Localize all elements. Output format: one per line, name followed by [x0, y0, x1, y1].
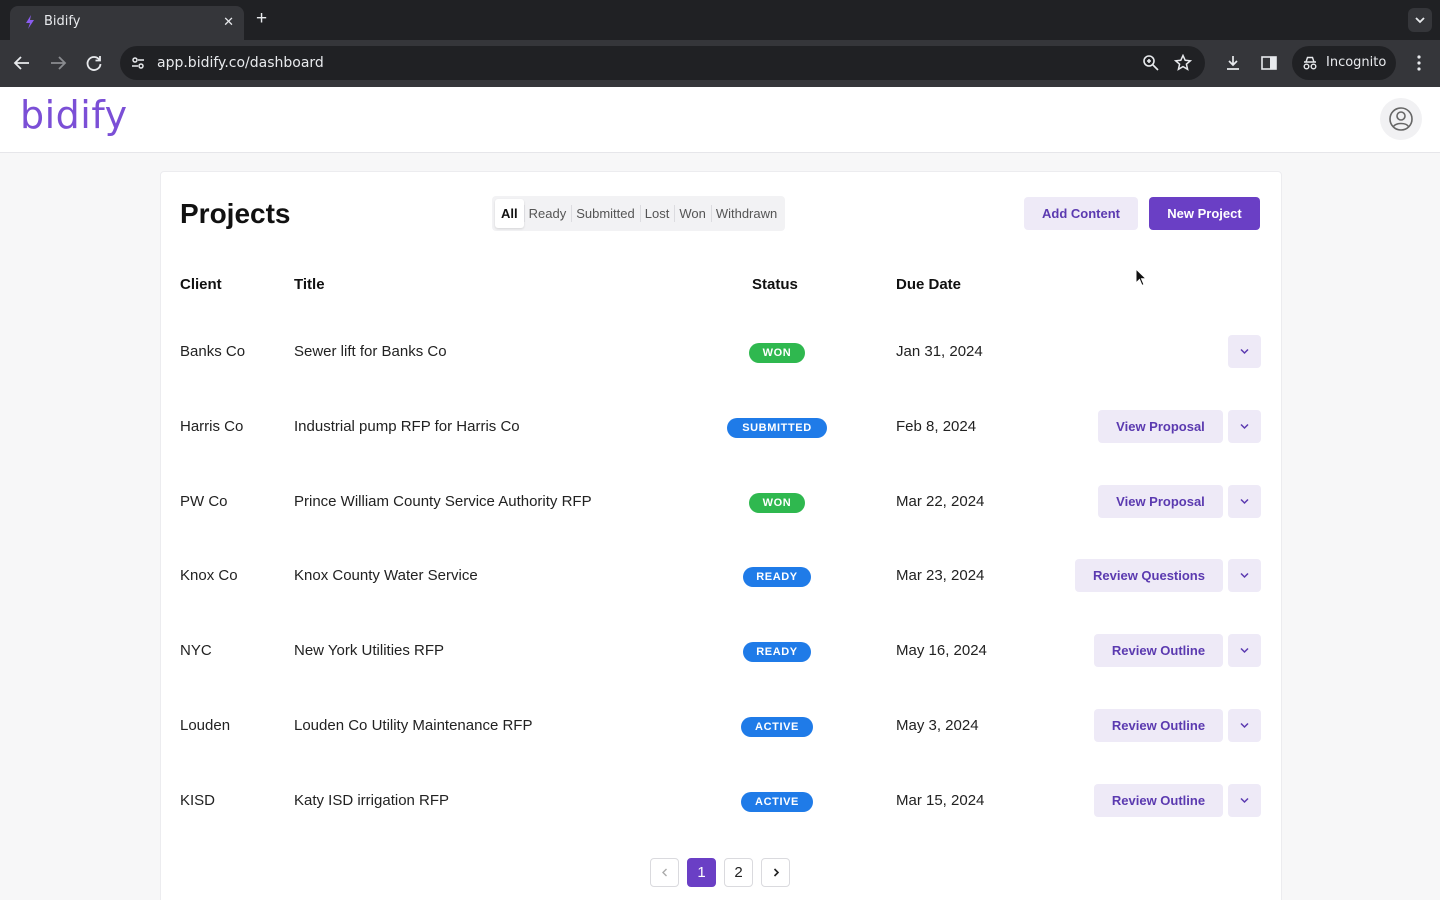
chevron-down-icon	[1240, 423, 1249, 429]
browser-toolbar: app.bidify.co/dashboard Incognito	[0, 40, 1440, 87]
bidify-logo[interactable]: bidify	[20, 93, 128, 137]
filter-won[interactable]: Won	[674, 199, 711, 228]
status-badge: WON	[749, 492, 805, 513]
row-action-button[interactable]: View Proposal	[1098, 409, 1223, 443]
site-info-icon[interactable]	[130, 55, 146, 71]
row-menu-button[interactable]	[1228, 559, 1261, 593]
new-project-button[interactable]: New Project	[1149, 197, 1260, 230]
chevron-down-icon	[1415, 17, 1425, 24]
page-2-button[interactable]: 2	[724, 858, 753, 887]
status-badge: WON	[749, 343, 805, 363]
projects-card: Projects All Ready Submitted Lost Won Wi…	[160, 171, 1282, 900]
status-badge: READY	[743, 567, 811, 588]
title-cell: Sewer lift for Banks Co	[294, 343, 447, 360]
row-action-button[interactable]: Review Outline	[1094, 634, 1223, 668]
filter-withdrawn[interactable]: Withdrawn	[710, 199, 782, 228]
row-action-button[interactable]: Review Outline	[1094, 783, 1223, 817]
row-menu-button[interactable]	[1228, 709, 1261, 742]
back-icon[interactable]	[11, 52, 33, 74]
zoom-icon[interactable]	[1142, 54, 1160, 72]
column-header-status: Status	[752, 276, 798, 293]
client-cell: NYC	[180, 642, 212, 660]
title-cell: Prince William County Service Authority …	[294, 492, 592, 510]
more-options-icon[interactable]	[1410, 54, 1428, 72]
chevron-down-icon	[1240, 573, 1249, 579]
chevron-down-icon	[1240, 722, 1249, 729]
filter-ready[interactable]: Ready	[523, 199, 572, 228]
new-tab-icon[interactable]: +	[256, 9, 267, 29]
chevron-down-icon	[1240, 498, 1249, 504]
client-cell: Knox Co	[180, 567, 238, 585]
page-1-button[interactable]: 1	[687, 858, 716, 887]
status-badge: ACTIVE	[741, 791, 813, 812]
user-avatar[interactable]	[1380, 98, 1422, 140]
row-menu-button[interactable]	[1228, 634, 1261, 668]
status-filter-group: All Ready Submitted Lost Won Withdrawn	[492, 196, 786, 231]
chevron-left-icon	[662, 868, 667, 877]
chevron-down-icon	[1240, 348, 1249, 355]
row-menu-button[interactable]	[1228, 335, 1261, 368]
filter-lost[interactable]: Lost	[639, 199, 675, 228]
row-action-button[interactable]: View Proposal	[1098, 484, 1223, 518]
app-header: bidify	[0, 87, 1440, 153]
title-cell: Louden Co Utility Maintenance RFP	[294, 717, 533, 734]
client-cell: PW Co	[180, 492, 228, 510]
mouse-cursor-icon	[1135, 268, 1147, 287]
title-cell: Industrial pump RFP for Harris Co	[294, 417, 520, 435]
client-cell: Harris Co	[180, 417, 244, 435]
browser-tab-bar: Bidify ✕ +	[0, 0, 1440, 40]
tab-search-button[interactable]	[1408, 8, 1432, 32]
add-content-button[interactable]: Add Content	[1024, 197, 1138, 230]
row-menu-button[interactable]	[1228, 409, 1261, 443]
next-page-button[interactable]	[761, 858, 790, 887]
url-text[interactable]: app.bidify.co/dashboard	[157, 55, 324, 71]
due-date-cell: Mar 23, 2024	[896, 567, 985, 585]
client-cell: Banks Co	[180, 343, 246, 360]
forward-icon[interactable]	[47, 52, 69, 74]
reload-icon[interactable]	[83, 52, 105, 74]
bidify-favicon-icon	[26, 15, 34, 29]
tab-title: Bidify	[44, 14, 81, 29]
filter-all[interactable]: All	[495, 199, 524, 228]
incognito-icon	[1303, 56, 1317, 70]
column-header-title: Title	[294, 276, 325, 293]
incognito-label: Incognito	[1326, 55, 1387, 70]
due-date-cell: Jan 31, 2024	[896, 343, 983, 360]
filter-submitted[interactable]: Submitted	[571, 199, 640, 228]
side-panel-icon[interactable]	[1260, 54, 1278, 72]
title-cell: Knox County Water Service	[294, 567, 478, 585]
chevron-down-icon	[1240, 648, 1249, 654]
address-bar[interactable]: app.bidify.co/dashboard	[120, 46, 1205, 80]
tab-close-icon[interactable]: ✕	[223, 14, 234, 30]
status-badge: SUBMITTED	[727, 417, 827, 438]
row-menu-button[interactable]	[1228, 484, 1261, 518]
bookmark-star-icon[interactable]	[1174, 54, 1192, 72]
browser-tab[interactable]: Bidify ✕	[10, 6, 244, 40]
row-action-button[interactable]: Review Outline	[1094, 709, 1223, 742]
column-header-due-date: Due Date	[896, 276, 962, 293]
column-header-client: Client	[180, 276, 222, 293]
chevron-right-icon	[773, 868, 780, 877]
title-cell: Katy ISD irrigation RFP	[294, 791, 450, 809]
pagination: 1 2	[650, 858, 790, 887]
due-date-cell: May 3, 2024	[896, 717, 979, 734]
due-date-cell: May 16, 2024	[896, 642, 987, 660]
due-date-cell: Mar 15, 2024	[896, 791, 985, 809]
client-cell: Louden	[180, 717, 231, 734]
row-menu-button[interactable]	[1228, 783, 1261, 817]
client-cell: KISD	[180, 791, 216, 809]
download-icon[interactable]	[1224, 54, 1242, 72]
user-circle-icon	[1389, 107, 1413, 131]
due-date-cell: Feb 8, 2024	[896, 417, 977, 435]
chevron-down-icon	[1240, 797, 1249, 803]
incognito-indicator[interactable]: Incognito	[1292, 46, 1396, 80]
title-cell: New York Utilities RFP	[294, 642, 445, 660]
prev-page-button[interactable]	[650, 858, 679, 887]
status-badge: READY	[743, 642, 811, 663]
row-action-button[interactable]: Review Questions	[1075, 559, 1223, 593]
status-badge: ACTIVE	[741, 717, 813, 737]
due-date-cell: Mar 22, 2024	[896, 492, 985, 510]
page-title: Projects	[180, 198, 291, 229]
